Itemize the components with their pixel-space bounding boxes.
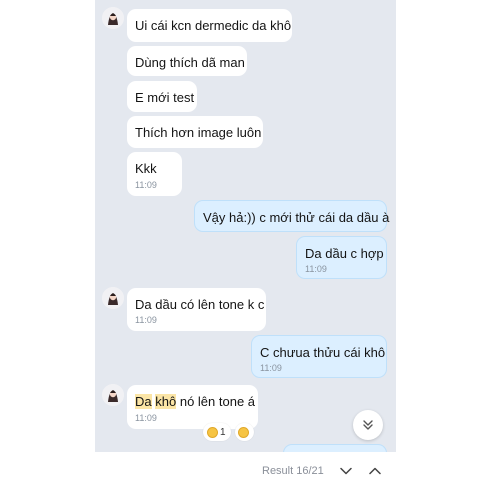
contact-avatar[interactable] <box>102 384 124 406</box>
message-text: Da dầu c hợp <box>305 246 384 261</box>
haha-emoji-icon <box>207 426 218 438</box>
message-text: Ui cái kcn dermedic da khô <box>135 18 292 33</box>
message-time: 11:09 <box>135 315 157 325</box>
message-text-rest: nó lên tone á <box>179 394 256 409</box>
message-bubble-incoming[interactable]: E mới test <box>127 81 197 112</box>
next-result-button[interactable] <box>338 463 354 479</box>
haha-emoji-icon <box>238 426 249 438</box>
search-result-count: Result 16/21 <box>262 465 324 477</box>
reaction-count: 1 <box>220 426 226 438</box>
message-bubble-incoming[interactable]: Kkk 11:09 <box>127 152 182 196</box>
double-chevron-down-icon <box>363 420 373 430</box>
message-bubble-incoming[interactable]: Ui cái kcn dermedic da khô <box>127 9 292 42</box>
message-bubble-outgoing[interactable]: Da dầu c hợp 11:09 <box>296 236 387 279</box>
message-bubble-incoming[interactable]: Thích hơn image luôn <box>127 116 263 148</box>
message-bubble-incoming[interactable]: Dùng thích dã man <box>127 46 247 76</box>
message-text: C chưua thửu cái khô <box>260 345 386 360</box>
scroll-to-bottom-button[interactable] <box>353 410 383 440</box>
message-text: Kkk <box>135 161 157 176</box>
contact-avatar[interactable] <box>102 7 124 29</box>
previous-result-button[interactable] <box>367 463 383 479</box>
message-bubble-outgoing[interactable]: Vậy hả:)) c mới thử cái da dầu à <box>194 200 390 232</box>
message-text: Da dầu có lên tone k c <box>135 297 265 312</box>
message-bubble-outgoing[interactable]: C chưua thửu cái khô 11:09 <box>251 335 387 378</box>
message-text: Da khô nó lên tone á <box>135 394 255 409</box>
message-bubble-incoming[interactable]: Da khô nó lên tone á 11:09 <box>127 385 258 429</box>
message-text: Thích hơn image luôn <box>135 125 262 140</box>
chevron-up-icon <box>369 467 381 475</box>
message-time: 11:09 <box>135 180 157 190</box>
message-text: Vậy hả:)) c mới thử cái da dầu à <box>203 210 390 225</box>
chevron-down-icon <box>340 467 352 475</box>
message-bubble-incoming[interactable]: Da dầu có lên tone k c 11:09 <box>127 288 266 331</box>
add-reaction-button[interactable] <box>235 423 254 441</box>
message-text: E mới test <box>135 90 195 105</box>
message-time: 11:09 <box>305 264 327 274</box>
contact-avatar[interactable] <box>102 287 124 309</box>
message-time: 11:09 <box>135 413 157 423</box>
reaction-badge[interactable]: 1 <box>203 423 231 441</box>
message-time: 11:09 <box>260 363 282 373</box>
search-highlight: khô <box>155 394 177 409</box>
search-highlight: Da <box>135 394 152 409</box>
message-text: Dùng thích dã man <box>135 55 245 70</box>
